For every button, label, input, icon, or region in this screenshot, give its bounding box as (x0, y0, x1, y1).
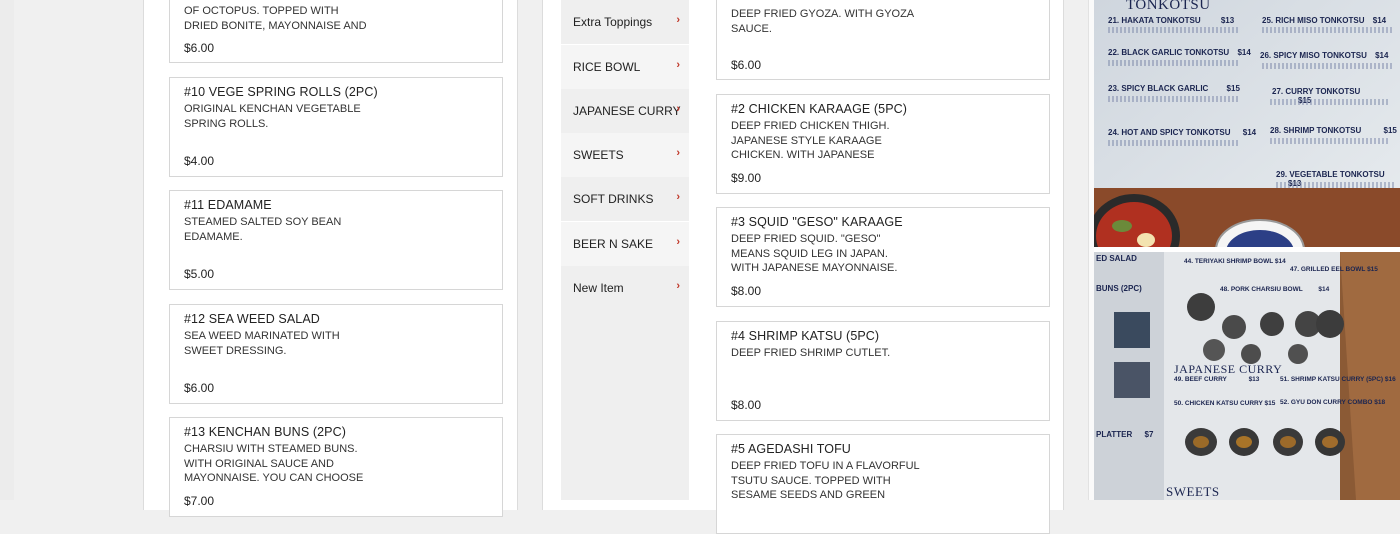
photo-menu-line: 44. TERIYAKI SHRIMP BOWL $14 (1184, 258, 1286, 265)
photo-menu-line: 26. SPICY MISO TONKOTSU $14 (1260, 51, 1389, 60)
photo-menu-line: 51. SHRIMP KATSU CURRY (5PC) $16 (1280, 376, 1396, 383)
photo-menu-line: 21. HAKATA TONKOTSU $13 (1108, 16, 1235, 25)
menu-item-card[interactable]: OF OCTOPUS. TOPPED WITH DRIED BONITE, MA… (169, 0, 503, 63)
photo-menu-line: 28. SHRIMP TONKOTSU $15 (1270, 126, 1397, 135)
menu-item-card[interactable]: #4 SHRIMP KATSU (5PC) DEEP FRIED SHRIMP … (716, 321, 1050, 421)
photo-fine-print (1108, 96, 1238, 102)
photo-fine-print (1270, 138, 1390, 144)
photo-fine-print (1270, 99, 1390, 105)
photo-menu-line: 24. HOT AND SPICY TONKOTSU $14 (1108, 128, 1257, 137)
category-sidebar-fill (561, 310, 689, 500)
photo-fine-print (1276, 182, 1394, 188)
chevron-right-icon: › (676, 236, 680, 248)
photo-menu-line: 52. GYU DON CURRY COMBO $18 (1280, 399, 1386, 406)
photo-menu-line: 23. SPICY BLACK GARLIC $15 (1108, 84, 1240, 93)
category-label: SWEETS (573, 148, 624, 162)
menu-item-price: $8.00 (731, 398, 762, 412)
category-label: RICE BOWL (573, 60, 641, 74)
tonkotsu-menu-text: TONKOTSU 21. HAKATA TONKOTSU $13 25. RIC… (1094, 0, 1400, 190)
category-label: SOFT DRINKS (573, 192, 654, 206)
menu-item-title: #11 EDAMAME (184, 198, 272, 212)
menu-item-description: SEA WEED MARINATED WITH SWEET DRESSING. (184, 330, 340, 357)
photo-menu-heading: JAPANESE CURRY (1174, 362, 1283, 376)
menu-item-price: $8.00 (731, 284, 762, 298)
menu-item-title: #13 KENCHAN BUNS (2PC) (184, 425, 346, 439)
menu-item-price: $9.00 (731, 171, 762, 185)
photo-fine-print (1262, 63, 1392, 69)
photo-menu-heading: SWEETS (1166, 484, 1220, 499)
menu-photo-curry[interactable]: ED SALAD BUNS (2PC) PLATTER $7 44. TERIY… (1094, 252, 1400, 500)
photo-menu-line: 49. BEEF CURRY $13 (1174, 376, 1260, 383)
category-new-item[interactable]: New Item › (561, 266, 689, 310)
menu-item-description: STEAMED SALTED SOY BEAN EDAMAME. (184, 216, 342, 243)
chevron-right-icon: › (676, 191, 680, 203)
photo-menu-line: PLATTER $7 (1096, 430, 1154, 439)
chevron-right-icon: › (676, 14, 680, 26)
category-extra-toppings[interactable]: Extra Toppings › (561, 0, 689, 44)
photo-menu-line: 22. BLACK GARLIC TONKOTSU $14 (1108, 48, 1251, 57)
menu-item-price: $6.00 (184, 41, 215, 55)
menu-item-title: #12 SEA WEED SALAD (184, 312, 320, 326)
photo-menu-line: BUNS (2PC) (1096, 284, 1142, 293)
menu-item-description: DEEP FRIED GYOZA. WITH GYOZA SAUCE. (731, 8, 915, 35)
menu-item-card[interactable]: #13 KENCHAN BUNS (2PC) CHARSIU WITH STEA… (169, 417, 503, 517)
menu-item-price: $6.00 (184, 381, 215, 395)
photo-fine-print (1262, 27, 1392, 33)
category-label: Extra Toppings (573, 15, 653, 29)
menu-item-price: $5.00 (184, 267, 215, 281)
curry-menu-text: ED SALAD BUNS (2PC) PLATTER $7 44. TERIY… (1094, 252, 1400, 500)
chevron-right-icon: › (676, 103, 680, 115)
menu-item-description: OF OCTOPUS. TOPPED WITH DRIED BONITE, MA… (184, 5, 367, 32)
category-label: New Item (573, 281, 624, 295)
menu-item-card[interactable]: #5 AGEDASHI TOFU DEEP FRIED TOFU IN A FL… (716, 434, 1050, 534)
menu-photo-tonkotsu[interactable]: TONKOTSU 21. HAKATA TONKOTSU $13 25. RIC… (1094, 0, 1400, 247)
category-sweets[interactable]: SWEETS › (561, 133, 689, 177)
menu-item-description: DEEP FRIED SHRIMP CUTLET. (731, 347, 891, 359)
menu-item-card[interactable]: #3 SQUID "GESO" KARAAGE DEEP FRIED SQUID… (716, 207, 1050, 307)
menu-item-description: DEEP FRIED TOFU IN A FLAVORFUL TSUTU SAU… (731, 460, 920, 501)
chevron-right-icon: › (676, 147, 680, 159)
menu-item-description: CHARSIU WITH STEAMED BUNS. WITH ORIGINAL… (184, 443, 364, 484)
photo-menu-line: 48. PORK CHARSIU BOWL $14 (1220, 286, 1330, 293)
menu-item-title: #4 SHRIMP KATSU (5PC) (731, 329, 880, 343)
menu-item-description: DEEP FRIED CHICKEN THIGH. JAPANESE STYLE… (731, 120, 890, 161)
menu-item-card[interactable]: DEEP FRIED GYOZA. WITH GYOZA SAUCE. $6.0… (716, 0, 1050, 80)
menu-item-card[interactable]: #12 SEA WEED SALAD SEA WEED MARINATED WI… (169, 304, 503, 404)
category-label: JAPANESE CURRY (573, 104, 681, 118)
menu-item-title: #5 AGEDASHI TOFU (731, 442, 851, 456)
menu-item-card[interactable]: #11 EDAMAME STEAMED SALTED SOY BEAN EDAM… (169, 190, 503, 290)
category-soft-drinks[interactable]: SOFT DRINKS › (561, 177, 689, 221)
menu-item-price: $4.00 (184, 154, 215, 168)
photo-fine-print (1108, 140, 1238, 146)
menu-item-card[interactable]: #2 CHICKEN KARAAGE (5PC) DEEP FRIED CHIC… (716, 94, 1050, 194)
menu-item-description: ORIGINAL KENCHAN VEGETABLE SPRING ROLLS. (184, 103, 361, 130)
menu-item-title: #10 VEGE SPRING ROLLS (2PC) (184, 85, 378, 99)
menu-item-description: DEEP FRIED SQUID. "GESO" MEANS SQUID LEG… (731, 233, 898, 274)
chevron-right-icon: › (676, 59, 680, 71)
photo-fine-print (1108, 27, 1238, 33)
menu-item-title: #3 SQUID "GESO" KARAAGE (731, 215, 903, 229)
photo-menu-line: 47. GRILLED EEL BOWL $15 (1290, 266, 1378, 273)
menu-item-card[interactable]: #10 VEGE SPRING ROLLS (2PC) ORIGINAL KEN… (169, 77, 503, 177)
photo-fine-print (1108, 60, 1238, 66)
category-japanese-curry[interactable]: JAPANESE CURRY › (561, 89, 689, 133)
menu-item-title: #2 CHICKEN KARAAGE (5PC) (731, 102, 908, 116)
chevron-right-icon: › (676, 280, 680, 292)
category-rice-bowl[interactable]: RICE BOWL › (561, 45, 689, 89)
menu-photo-heading: TONKOTSU (1126, 0, 1211, 13)
menu-item-price: $7.00 (184, 494, 215, 508)
category-beer-n-sake[interactable]: BEER N SAKE › (561, 222, 689, 266)
page-margin-left (0, 0, 14, 500)
category-label: BEER N SAKE (573, 237, 654, 251)
photo-menu-line: 25. RICH MISO TONKOTSU $14 (1262, 16, 1387, 25)
menu-item-price: $6.00 (731, 58, 762, 72)
photo-menu-line: ED SALAD (1096, 254, 1137, 263)
photo-menu-line: 50. CHICKEN KATSU CURRY $15 (1174, 400, 1276, 407)
